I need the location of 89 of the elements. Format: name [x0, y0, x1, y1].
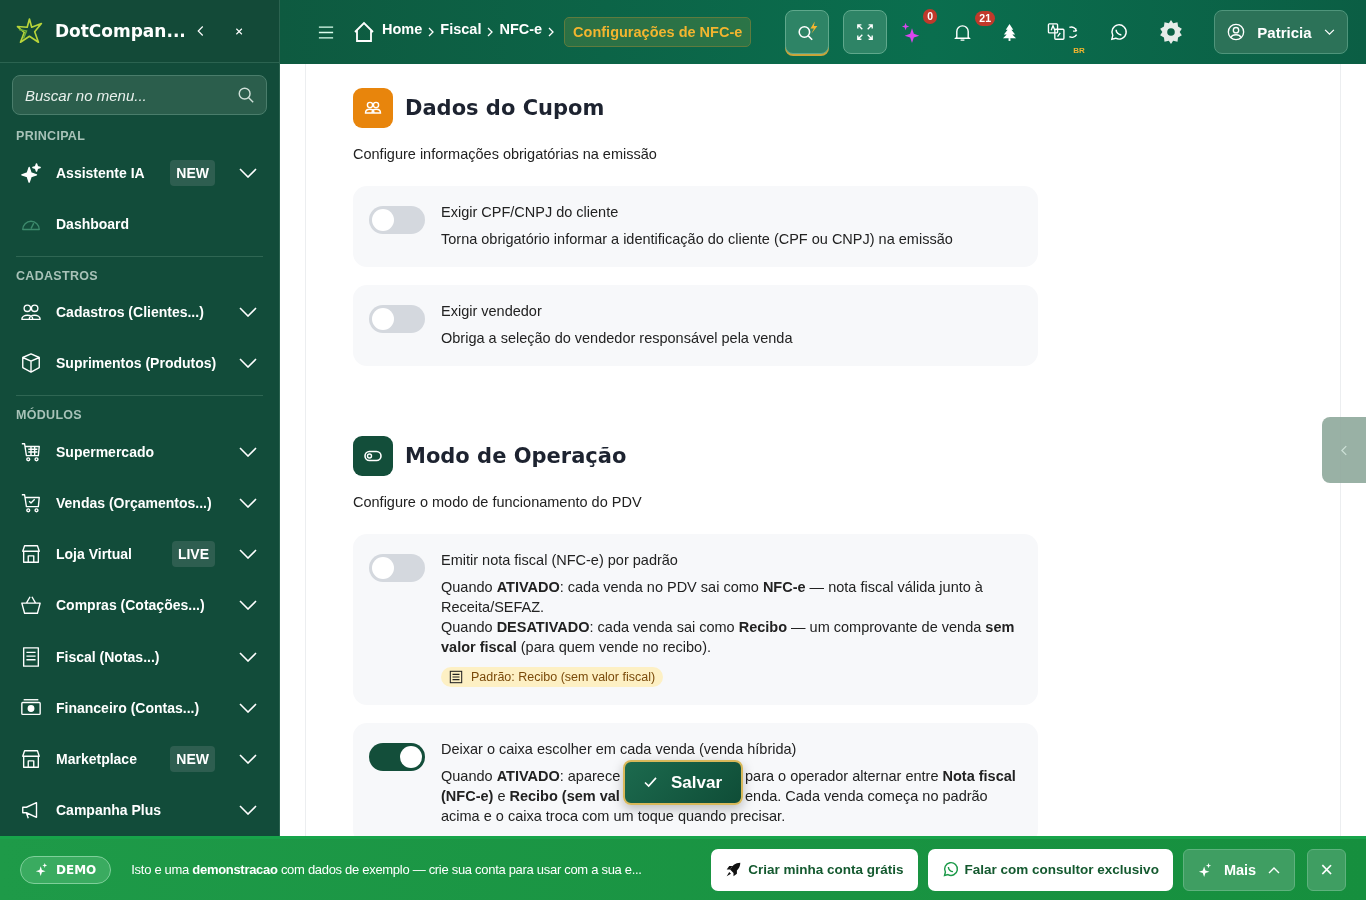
chevron-right-icon	[487, 27, 494, 37]
store-icon	[20, 748, 42, 771]
menu-item[interactable]: Fiscal (Notas...)	[0, 631, 279, 683]
sparkle-icon	[20, 161, 42, 184]
setting-title: Emitir nota fiscal (NFC-e) por padrão	[441, 552, 679, 568]
chevron-right-icon	[428, 27, 435, 37]
whatsapp-icon	[941, 861, 959, 878]
section-title: Dados do Cupom	[405, 96, 605, 120]
menu-badge: NEW	[170, 159, 215, 186]
user-icon	[1227, 23, 1246, 41]
sparkle-icon	[1197, 862, 1212, 877]
description-fragment: (NFC-e) e Recibo (sem val	[441, 787, 621, 806]
menu-item[interactable]: Supermercado	[0, 426, 279, 478]
translate-icon[interactable]	[1047, 22, 1080, 42]
chevron-down-icon	[1323, 28, 1335, 36]
people-icon	[353, 88, 393, 128]
search-icon	[237, 86, 255, 105]
menu-item[interactable]: Campanha Plus	[0, 784, 279, 837]
setting-title: Exigir vendedor	[441, 303, 543, 319]
demo-message: Isto e uma demonstracao com dados de exemplo — crie sua conta para usar com a sua e...	[131, 862, 643, 877]
sparkle-icon	[35, 863, 48, 876]
check-icon	[643, 777, 657, 788]
quick-search-button[interactable]	[785, 10, 830, 54]
consultant-button[interactable]: Falar com consultor exclusivo	[927, 848, 1173, 891]
section-subtitle: Configure o modo de funcionamento do PDV	[353, 494, 643, 510]
fullscreen-button[interactable]	[843, 10, 888, 54]
setting-title: Exigir CPF/CNPJ do cliente	[441, 204, 620, 220]
current-page-pill: Configurações de NFC-e	[564, 17, 752, 47]
breadcrumb-link[interactable]: Home	[382, 21, 423, 37]
description-fragment: Quando ATIVADO: aparece	[441, 767, 622, 786]
user-menu-button[interactable]: Patricia	[1214, 10, 1348, 54]
receipt-icon	[449, 670, 463, 684]
language-code: BR	[1073, 46, 1085, 55]
cart-icon	[20, 440, 42, 463]
toggle-switch[interactable]	[369, 305, 425, 333]
toggle-switch[interactable]	[369, 743, 425, 771]
menu-item[interactable]: Financeiro (Contas...)	[0, 682, 279, 734]
demo-badge: DEMO	[20, 855, 112, 884]
storefront-icon	[20, 543, 42, 566]
menu-badge: NEW	[170, 746, 215, 773]
toggle-icon	[353, 436, 393, 476]
menu-item[interactable]: Compras (Cotações...)	[0, 579, 279, 632]
note-text: Padrão: Recibo (sem valor fiscal)	[471, 670, 656, 684]
setting-description: Quando DESATIVADO: cada venda sai como Recibo — um comprovante de venda sem valor fiscal (para quem vende no recibo).	[441, 618, 1016, 657]
menu-item[interactable]: Assistente IA NEW	[0, 147, 279, 199]
menu-item[interactable]: Suprimentos (Produtos)	[0, 337, 279, 390]
toggle-switch[interactable]	[369, 206, 425, 234]
description-fragment: acima e o caixa troca com um toque quando precisar.	[441, 807, 786, 826]
chevron-right-icon	[548, 27, 555, 37]
chevron-up-icon	[1268, 865, 1281, 874]
count-badge: 0	[923, 9, 938, 24]
expand-icon	[856, 23, 875, 41]
tree-icon[interactable]	[1002, 22, 1018, 42]
breadcrumb-link[interactable]: Fiscal	[440, 21, 482, 37]
count-badge: 21	[975, 10, 995, 26]
description-fragment: enda. Cada venda começa no padrão	[745, 787, 988, 806]
panel-handle[interactable]	[1322, 417, 1366, 483]
menu-item[interactable]: Dashboard	[0, 198, 279, 250]
whatsapp-icon[interactable]	[1109, 22, 1129, 42]
setting-title: Deixar o caixa escolher em cada venda (venda híbrida)	[441, 741, 798, 757]
brand-name: DotCompan...	[54, 21, 186, 42]
create-account-button[interactable]: Criar minha conta grátis	[711, 848, 918, 891]
close-icon[interactable]	[234, 25, 243, 37]
setting-description: Quando ATIVADO: cada venda no PDV sai como NFC-e — nota fiscal válida junto à Receita/SEFAZ.	[441, 578, 984, 617]
menu-search-field[interactable]: Buscar no menu...	[12, 75, 267, 116]
setting-description: Torna obrigatório informar a identificação do cliente (CPF ou CNPJ) na emissão	[441, 230, 954, 249]
bell-icon[interactable]	[953, 22, 973, 42]
rocket-icon	[725, 861, 743, 878]
menu-section-title: CADASTROS	[15, 267, 99, 285]
box-icon	[20, 352, 42, 375]
basket-icon	[20, 594, 42, 617]
section-subtitle: Configure informações obrigatórias na emissão	[353, 146, 658, 162]
menu-section-title: MÓDULOS	[15, 406, 83, 425]
home-icon[interactable]	[352, 20, 376, 44]
menu-badge: LIVE	[171, 541, 215, 568]
menu-section-title: PRINCIPAL	[15, 128, 87, 146]
menu-item[interactable]: Vendas (Orçamentos...)	[0, 477, 279, 529]
description-fragment: para o operador alternar entre Nota fiscal	[745, 767, 1016, 786]
cart-check-icon	[20, 491, 42, 514]
menu-item[interactable]: Loja Virtual LIVE	[0, 528, 279, 580]
menu-icon[interactable]	[318, 25, 334, 39]
section-title: Modo de Operação	[405, 444, 627, 468]
menu-item[interactable]: Marketplace NEW	[0, 733, 279, 785]
save-button[interactable]: Salvar	[623, 760, 743, 805]
menu-item[interactable]: Cadastros (Clientes...)	[0, 286, 279, 338]
toggle-switch[interactable]	[369, 554, 425, 582]
receipt-icon	[20, 645, 42, 668]
setting-description: Obriga a seleção do vendedor responsável pela venda	[441, 329, 794, 348]
breadcrumb-link[interactable]: NFC-e	[499, 21, 543, 37]
